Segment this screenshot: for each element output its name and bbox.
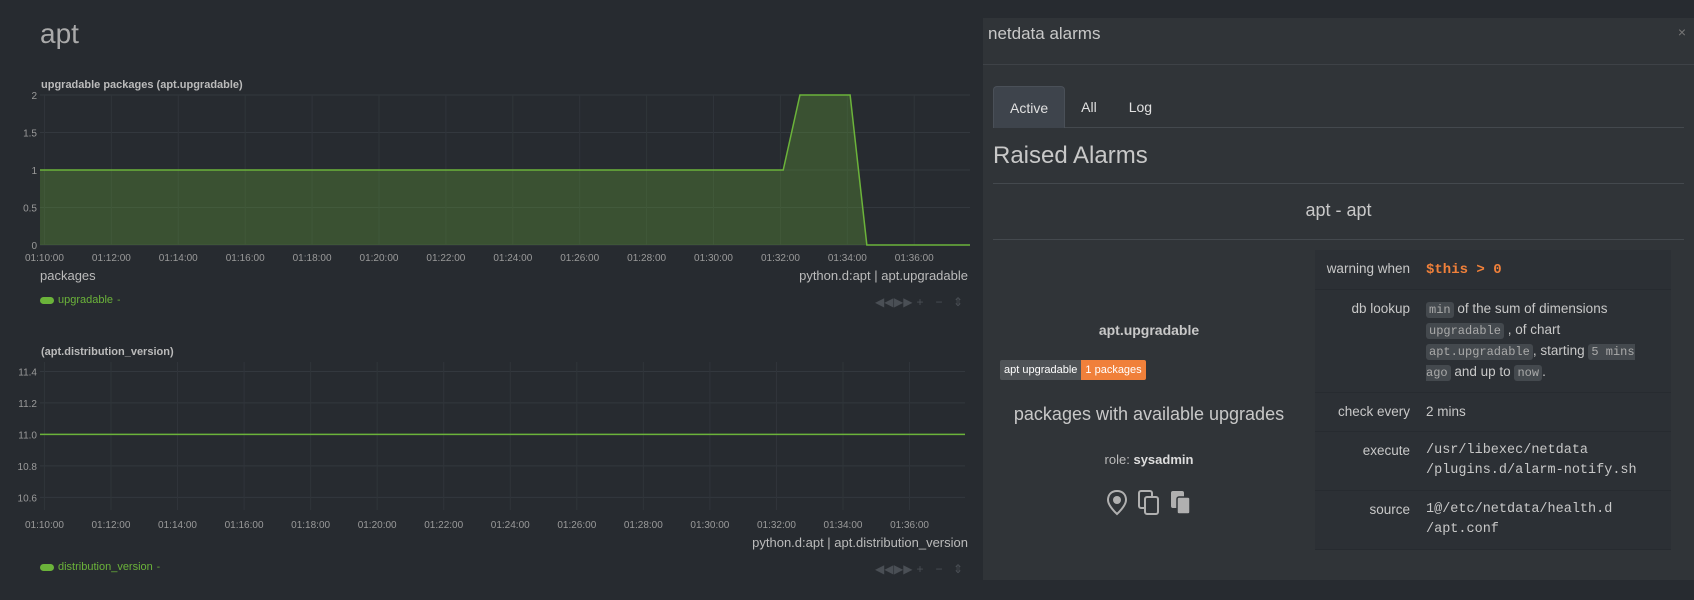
zoom-out-icon[interactable]: − xyxy=(932,562,946,576)
row-label: source xyxy=(1315,490,1418,550)
db-chart: apt.upgradable xyxy=(1426,344,1533,360)
divider xyxy=(983,64,1694,65)
chart-plot-area[interactable]: 10.6 10.8 11.0 11.2 11.4 01:10:00 01:12:00 01:1… xyxy=(0,0,975,540)
x-tick-label: 01:36:00 xyxy=(890,520,929,531)
x-tick-label: 01:22:00 xyxy=(424,520,463,531)
alarm-summary: apt.upgradable apt upgradable 1 packages… xyxy=(993,250,1305,556)
table-row: execute /usr/libexec/netdata /plugins.d/… xyxy=(1315,431,1671,491)
db-text: , of chart xyxy=(1507,322,1561,337)
row-label: execute xyxy=(1315,431,1418,491)
source-line: 1@/etc/netdata/health.d xyxy=(1426,502,1613,517)
db-lookup-value: min of the sum of dimensions upgradable … xyxy=(1418,289,1671,393)
close-icon[interactable]: × xyxy=(1678,24,1686,40)
table-row: db lookup min of the sum of dimensions u… xyxy=(1315,289,1671,393)
copy-icon[interactable] xyxy=(1138,490,1160,516)
alarm-tabs: Active All Log xyxy=(993,86,1684,128)
alarm-group-title: apt - apt xyxy=(1305,200,1372,220)
db-before: now xyxy=(1514,365,1543,381)
paste-icon[interactable] xyxy=(1170,490,1192,516)
execute-value: /usr/libexec/netdata /plugins.d/alarm-no… xyxy=(1418,431,1671,491)
row-label: warning when xyxy=(1315,250,1418,290)
alarm-badge[interactable]: apt upgradable 1 packages xyxy=(1000,360,1146,380)
x-tick-label: 01:34:00 xyxy=(824,520,863,531)
check-every-value: 2 mins xyxy=(1418,392,1671,432)
y-tick-label: 10.6 xyxy=(18,493,38,504)
modal-title: netdata alarms xyxy=(988,24,1101,43)
table-row: warning when $this > 0 xyxy=(1315,250,1671,290)
legend-label: distribution_version xyxy=(58,561,153,573)
chart-source: python.d:apt | apt.distribution_version xyxy=(752,535,968,550)
role-label: role: xyxy=(1104,452,1130,467)
chart-distribution-version: (apt.distribution_version) 10.6 10.8 11.0 1… xyxy=(0,0,975,600)
y-tick-label: 11.2 xyxy=(18,399,37,410)
x-tick-label: 01:10:00 xyxy=(25,520,64,531)
resize-icon[interactable]: ⇕ xyxy=(951,562,965,576)
row-label: check every xyxy=(1315,392,1418,432)
db-text: of the sum of dimensions xyxy=(1457,301,1608,316)
warning-expression: $this > 0 xyxy=(1426,262,1502,278)
alarms-modal: netdata alarms × Active All Log Raised A… xyxy=(983,18,1694,580)
alarm-info: packages with available upgrades xyxy=(1013,404,1285,424)
db-text: . xyxy=(1542,364,1546,379)
alarm-actions xyxy=(993,490,1305,516)
table-row: check every 2 mins xyxy=(1315,392,1671,432)
x-tick-label: 01:32:00 xyxy=(757,520,796,531)
execute-line: /plugins.d/alarm-notify.sh xyxy=(1426,463,1637,478)
divider xyxy=(993,239,1684,240)
db-text: and up to xyxy=(1454,364,1511,379)
x-tick-label: 01:18:00 xyxy=(291,520,330,531)
legend-value: - xyxy=(156,561,161,573)
role-value: sysadmin xyxy=(1133,452,1194,467)
row-label: db lookup xyxy=(1315,289,1418,393)
y-tick-label: 11.0 xyxy=(18,430,37,441)
badge-value: 1 packages xyxy=(1081,360,1146,380)
x-tick-label: 01:16:00 xyxy=(225,520,264,531)
x-tick-label: 01:12:00 xyxy=(92,520,131,531)
y-tick-label: 11.4 xyxy=(18,367,37,378)
legend-item-distribution-version[interactable]: distribution_version - xyxy=(40,561,160,573)
table-row: source 1@/etc/netdata/health.d /apt.conf xyxy=(1315,490,1671,550)
pan-right-icon[interactable]: ▶▶ xyxy=(894,562,912,576)
source-value: 1@/etc/netdata/health.d /apt.conf xyxy=(1418,490,1671,550)
tab-log[interactable]: Log xyxy=(1113,86,1168,128)
source-line: /apt.conf xyxy=(1426,522,1499,537)
x-tick-label: 01:20:00 xyxy=(358,520,397,531)
tab-all[interactable]: All xyxy=(1065,86,1113,128)
pan-left-icon[interactable]: ◀◀ xyxy=(875,562,893,576)
x-tick-label: 01:26:00 xyxy=(557,520,596,531)
badge-label: apt upgradable xyxy=(1000,360,1082,380)
db-method: min xyxy=(1426,302,1454,318)
x-tick-label: 01:30:00 xyxy=(690,520,729,531)
x-tick-label: 01:28:00 xyxy=(624,520,663,531)
zoom-in-icon[interactable]: + xyxy=(913,562,927,576)
map-pin-icon[interactable] xyxy=(1106,490,1128,516)
alarm-details-table: warning when $this > 0 db lookup min of … xyxy=(1315,250,1671,550)
divider xyxy=(993,183,1684,184)
db-text: , starting xyxy=(1532,343,1585,358)
execute-line: /usr/libexec/netdata xyxy=(1426,443,1589,458)
tab-active[interactable]: Active xyxy=(993,86,1066,128)
legend-swatch xyxy=(40,563,54,571)
x-tick-label: 01:24:00 xyxy=(491,520,530,531)
alarm-name: apt.upgradable xyxy=(1098,322,1200,338)
db-dimensions: upgradable xyxy=(1426,323,1505,339)
y-tick-label: 10.8 xyxy=(18,462,38,473)
alarm-role: role: sysadmin xyxy=(993,452,1305,467)
section-title: Raised Alarms xyxy=(993,142,1148,169)
chart-toolbar: ◀◀ ▶▶ + − ⇕ xyxy=(875,562,965,576)
x-tick-label: 01:14:00 xyxy=(158,520,197,531)
